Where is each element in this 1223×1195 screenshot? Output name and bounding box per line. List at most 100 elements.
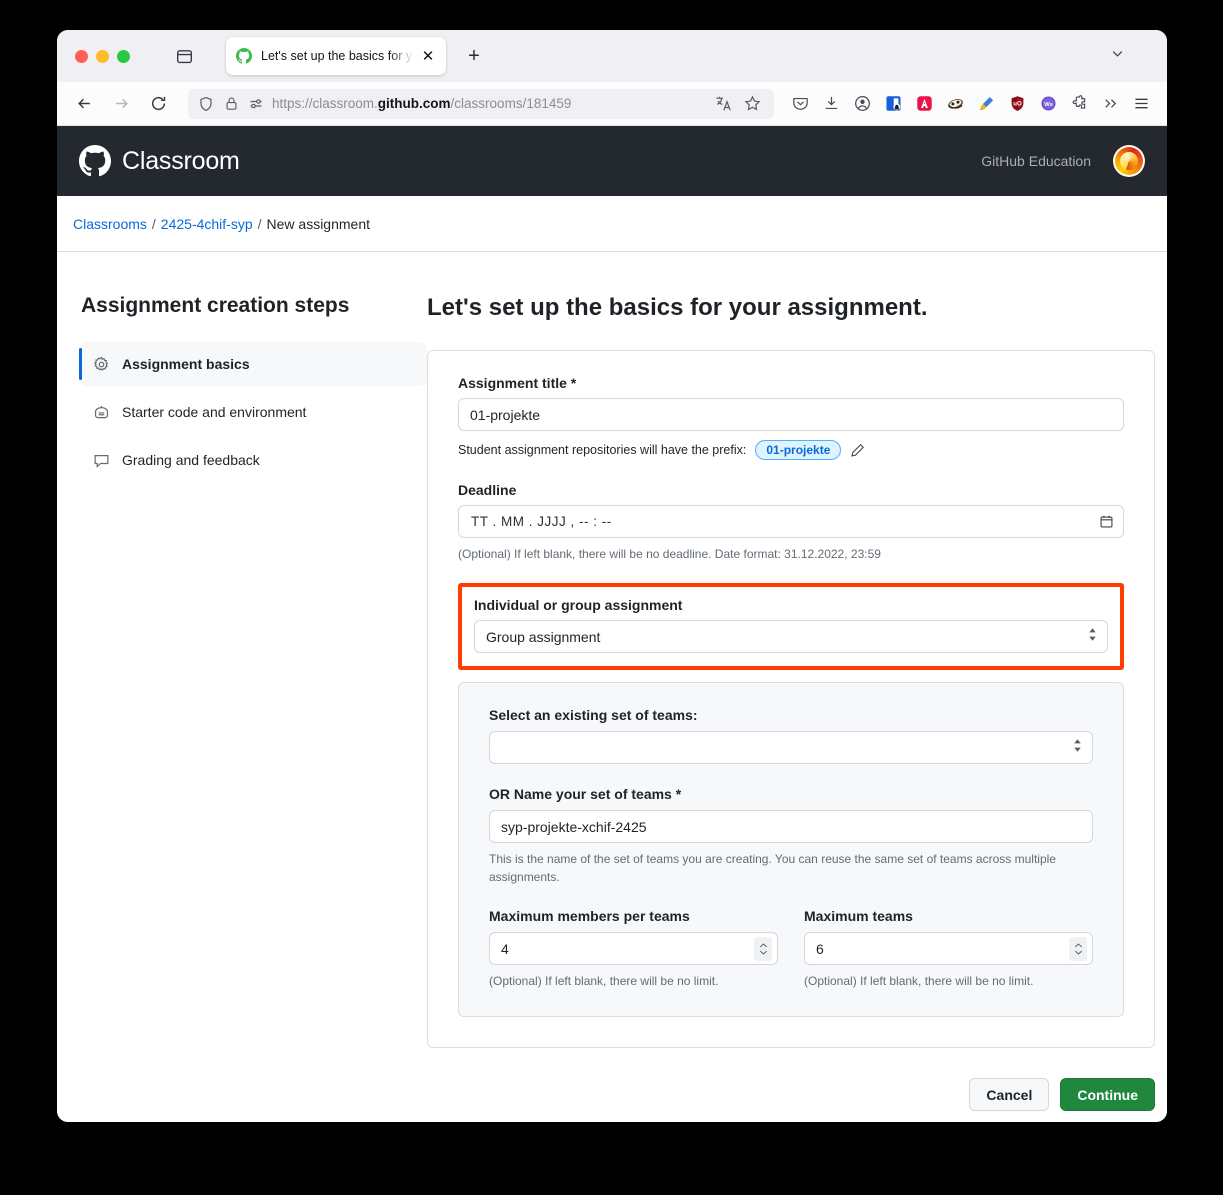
chevron-down-icon[interactable] <box>1110 46 1125 66</box>
deadline-input[interactable]: TT . MM . JJJJ , -- : -- <box>458 505 1124 538</box>
permissions-icon[interactable] <box>247 95 265 113</box>
continue-button[interactable]: Continue <box>1060 1078 1155 1111</box>
existing-teams-label: Select an existing set of teams: <box>489 707 698 723</box>
max-teams-input[interactable] <box>804 932 1093 965</box>
downloads-icon[interactable] <box>817 90 845 118</box>
sidebar-item-label: Starter code and environment <box>122 404 307 420</box>
creation-steps-sidebar: Assignment creation steps Assignment bas… <box>57 294 427 1122</box>
bitwarden-extension-icon[interactable] <box>879 90 907 118</box>
deadline-label: Deadline <box>458 482 517 498</box>
bookmark-star-icon[interactable] <box>743 95 761 113</box>
app-menu-icon[interactable] <box>1127 90 1155 118</box>
calendar-icon[interactable] <box>1099 514 1114 529</box>
prefix-note: Student assignment repositories will hav… <box>458 443 747 457</box>
assignment-type-highlight: Individual or group assignment Group ass… <box>458 583 1124 670</box>
browser-tab[interactable]: Let's set up the basics for your a ✕ <box>226 37 446 75</box>
forward-button[interactable] <box>106 89 136 119</box>
new-tab-button[interactable]: + <box>460 42 488 70</box>
form-actions: Cancel Continue <box>427 1078 1155 1121</box>
whatsapp-extension-icon[interactable]: Ws <box>1034 90 1062 118</box>
team-limits-row: Maximum members per teams (Optional) If … <box>489 908 1093 990</box>
team-set-name-hint: This is the name of the set of teams you… <box>489 852 1056 884</box>
pencil-icon[interactable] <box>850 443 865 458</box>
lock-icon[interactable] <box>222 95 240 113</box>
web-page: Classroom GitHub Education Classrooms / … <box>57 126 1167 1122</box>
badger-extension-icon[interactable] <box>941 90 969 118</box>
prefix-pill: 01-projekte <box>755 440 842 460</box>
ublock-origin-extension-icon[interactable]: uO <box>1003 90 1031 118</box>
max-members-hint: (Optional) If left blank, there will be … <box>489 974 719 988</box>
svg-text:uO: uO <box>1013 101 1022 108</box>
breadcrumb: Classrooms / 2425-4chif-syp / New assign… <box>57 196 1167 252</box>
breadcrumb-separator: / <box>257 215 262 232</box>
main-column: Let's set up the basics for your assignm… <box>427 294 1167 1122</box>
window-controls <box>75 49 130 63</box>
browser-window: Let's set up the basics for your a ✕ + <box>57 30 1167 1122</box>
max-members-field: Maximum members per teams (Optional) If … <box>489 908 778 990</box>
deadline-field: Deadline TT . MM . JJJJ , -- : -- (Optio… <box>458 482 1124 563</box>
deadline-hint: (Optional) If left blank, there will be … <box>458 547 881 561</box>
sidebar-item-starter-code[interactable]: Starter code and environment <box>81 390 427 434</box>
close-window-button[interactable] <box>75 49 88 63</box>
assignment-type-select[interactable]: Group assignment <box>474 620 1108 653</box>
assignment-type-value: Group assignment <box>486 628 601 645</box>
breadcrumb-item-classrooms[interactable]: Classrooms <box>73 216 147 232</box>
highlighter-extension-icon[interactable] <box>972 90 1000 118</box>
shield-icon[interactable] <box>197 95 215 113</box>
back-button[interactable] <box>69 89 99 119</box>
max-members-input[interactable] <box>489 932 778 965</box>
max-members-label: Maximum members per teams <box>489 908 690 924</box>
address-bar[interactable]: https://classroom.github.com/classrooms/… <box>188 88 774 119</box>
max-teams-label: Maximum teams <box>804 908 913 924</box>
overflow-chevrons-icon[interactable] <box>1096 90 1124 118</box>
adobe-acrobat-extension-icon[interactable] <box>910 90 938 118</box>
close-tab-icon[interactable]: ✕ <box>418 46 438 66</box>
tab-strip: Let's set up the basics for your a ✕ + <box>57 30 1167 82</box>
comment-icon <box>93 451 111 469</box>
translate-icon[interactable] <box>714 95 732 113</box>
assignment-title-label: Assignment title * <box>458 375 577 391</box>
page-title: Let's set up the basics for your assignm… <box>427 294 928 321</box>
github-mark-icon[interactable] <box>79 145 111 177</box>
minimize-window-button[interactable] <box>96 49 109 63</box>
reload-button[interactable] <box>143 89 173 119</box>
max-members-stepper[interactable] <box>754 936 772 961</box>
sidebar-item-label: Grading and feedback <box>122 452 260 468</box>
tab-title: Let's set up the basics for your a <box>261 49 418 63</box>
team-set-name-input[interactable] <box>489 810 1093 843</box>
sidebar-title: Assignment creation steps <box>81 294 350 317</box>
deadline-placeholder: TT . MM . JJJJ , -- : -- <box>471 514 612 529</box>
max-teams-field: Maximum teams (Optional) If left blank, … <box>804 908 1093 990</box>
site-header: Classroom GitHub Education <box>57 126 1167 196</box>
prefix-row: Student assignment repositories will hav… <box>458 440 1124 460</box>
max-teams-stepper[interactable] <box>1069 936 1087 961</box>
cancel-button[interactable]: Cancel <box>969 1078 1050 1111</box>
navigation-toolbar: https://classroom.github.com/classrooms/… <box>57 82 1167 126</box>
assignment-type-label: Individual or group assignment <box>474 597 683 613</box>
max-teams-hint: (Optional) If left blank, there will be … <box>804 974 1034 988</box>
sidebar-item-grading-feedback[interactable]: Grading and feedback <box>81 438 427 482</box>
github-favicon <box>236 48 252 64</box>
url-text[interactable]: https://classroom.github.com/classrooms/… <box>272 96 714 111</box>
team-set-name-label: OR Name your set of teams * <box>489 786 682 802</box>
zoom-window-button[interactable] <box>117 49 130 63</box>
account-icon[interactable] <box>848 90 876 118</box>
existing-teams-select[interactable] <box>489 731 1093 764</box>
assignment-title-input[interactable] <box>458 398 1124 431</box>
gear-icon <box>93 355 111 373</box>
copilot-icon <box>93 403 111 421</box>
site-brand: Classroom <box>122 146 240 175</box>
extensions-puzzle-icon[interactable] <box>1065 90 1093 118</box>
teams-settings-panel: Select an existing set of teams: OR Name… <box>458 682 1124 1017</box>
page-content: Assignment creation steps Assignment bas… <box>57 252 1167 1122</box>
sidebar-item-assignment-basics[interactable]: Assignment basics <box>79 342 427 386</box>
breadcrumb-item-current: New assignment <box>266 215 371 232</box>
sidebar-item-label: Assignment basics <box>122 356 250 372</box>
list-all-tabs-icon[interactable] <box>172 44 196 68</box>
user-avatar[interactable] <box>1113 145 1145 177</box>
org-label: GitHub Education <box>981 153 1091 169</box>
pocket-icon[interactable] <box>786 90 814 118</box>
breadcrumb-separator: / <box>151 215 156 232</box>
svg-text:Ws: Ws <box>1044 102 1053 108</box>
breadcrumb-item-classroom[interactable]: 2425-4chif-syp <box>161 216 253 232</box>
